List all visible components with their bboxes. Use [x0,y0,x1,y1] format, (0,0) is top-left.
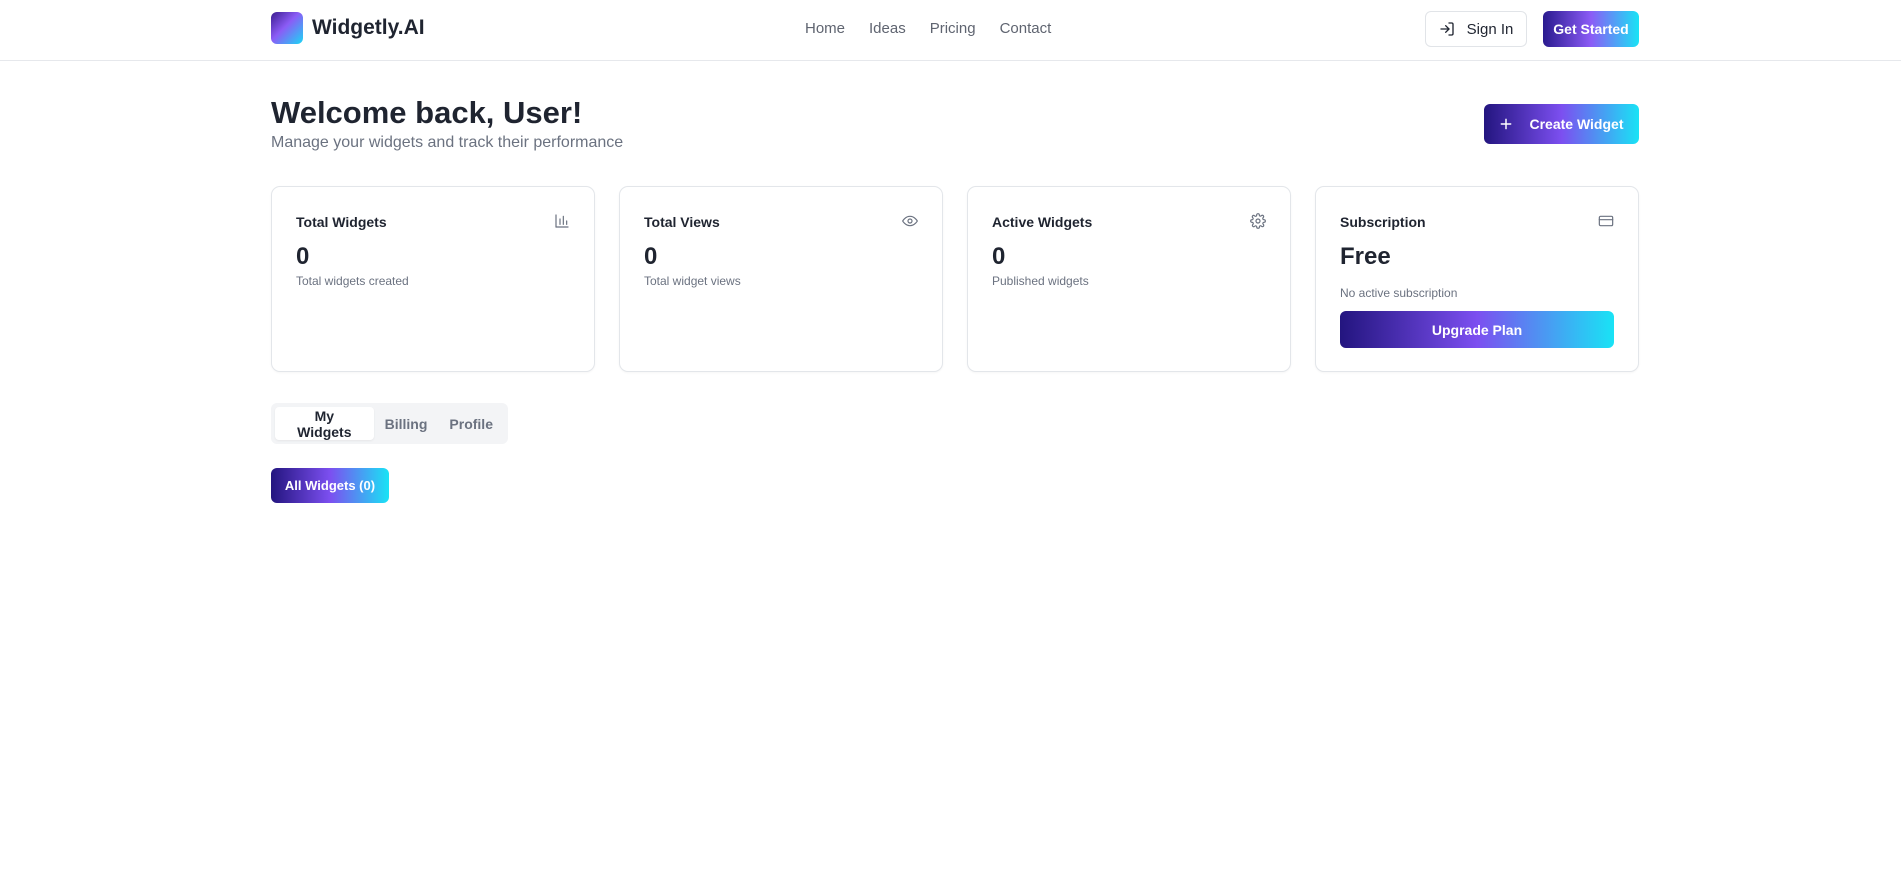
sign-in-icon [1439,22,1454,36]
tab-my-widgets[interactable]: My Widgets [275,407,374,440]
credit-card-icon [1598,215,1614,227]
nav-link-ideas[interactable]: Ideas [869,20,906,37]
logo-icon [271,12,303,44]
dashboard-tabs: My Widgets Billing Profile [271,403,508,444]
nav-link-home[interactable]: Home [805,20,845,37]
subscription-status: No active subscription [1340,286,1458,300]
tab-profile[interactable]: Profile [438,407,504,440]
create-widget-button[interactable]: Create Widget [1484,104,1639,144]
stat-card-value: 0 [296,243,310,270]
upgrade-plan-button[interactable]: Upgrade Plan [1340,311,1614,348]
nav-link-pricing[interactable]: Pricing [930,20,976,37]
stat-card-note: Published widgets [992,274,1089,288]
gear-icon [1250,213,1266,229]
sign-in-button[interactable]: Sign In [1425,11,1527,47]
brand-name: Widgetly.AI [312,16,425,39]
page-title: Welcome back, User! [271,95,583,130]
top-navbar: Widgetly.AI Home Ideas Pricing Contact S… [0,0,1901,61]
stat-card-subscription: Subscription Free No active subscription… [1315,186,1639,372]
main-nav: Home Ideas Pricing Contact [805,20,1051,37]
stat-card-title: Subscription [1340,214,1426,230]
stat-card-title: Active Widgets [992,214,1093,230]
bar-chart-icon [555,214,569,228]
stat-card-total-views: Total Views 0 Total widget views [619,186,943,372]
stat-card-value: 0 [644,243,658,270]
page-subtitle: Manage your widgets and track their perf… [271,134,624,151]
subscription-plan: Free [1340,243,1391,270]
stat-card-title: Total Views [644,214,720,230]
tab-billing[interactable]: Billing [374,407,439,440]
stat-card-total-widgets: Total Widgets 0 Total widgets created [271,186,595,372]
stat-card-note: Total widgets created [296,274,409,288]
stat-card-active-widgets: Active Widgets 0 Published widgets [967,186,1291,372]
stat-card-value: 0 [992,243,1006,270]
stat-card-title: Total Widgets [296,214,387,230]
plus-icon [1501,118,1512,130]
all-widgets-filter[interactable]: All Widgets (0) [271,468,389,503]
eye-icon [902,215,918,227]
stat-card-note: Total widget views [644,274,741,288]
brand[interactable]: Widgetly.AI [271,12,425,44]
get-started-button[interactable]: Get Started [1543,11,1639,47]
create-widget-label: Create Widget [1529,116,1624,132]
sign-in-label: Sign In [1466,20,1514,38]
nav-link-contact[interactable]: Contact [1000,20,1052,37]
